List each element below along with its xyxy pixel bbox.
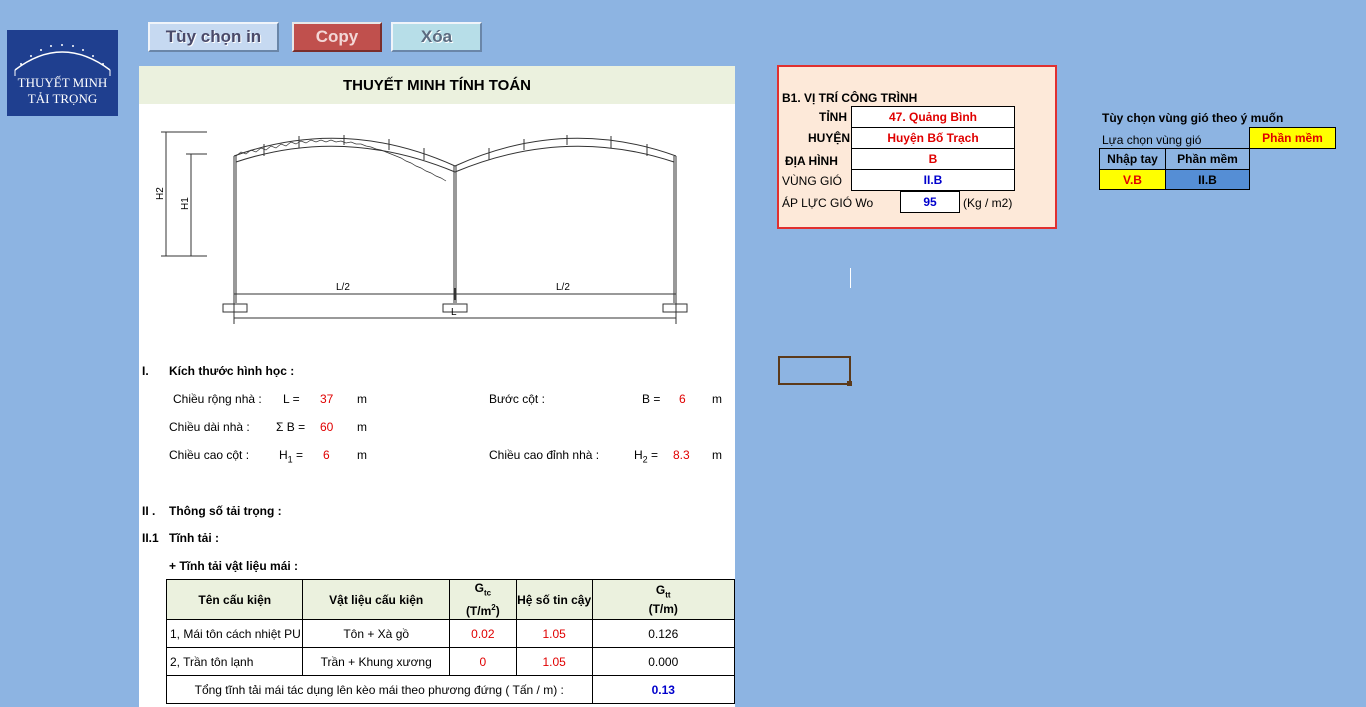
district-label: HUYỆN (808, 131, 851, 145)
col-header-factor: Hệ số tin cậy (515, 579, 593, 620)
length-unit: m (357, 420, 367, 434)
section1-heading: Kích thước hình học : (169, 364, 295, 378)
wind-option-title: Tùy chọn vùng gió theo ý muốn (1102, 111, 1284, 125)
bay-symbol: B = (642, 392, 661, 406)
column-height-label: Chiều cao cột : (169, 448, 250, 462)
wind-pressure-unit: (Kg / m2) (963, 196, 1013, 210)
col-header-name: Tên cấu kiện (165, 579, 304, 620)
row-factor[interactable]: 1.05 (515, 619, 593, 648)
dim-span-label: L (451, 307, 457, 318)
wind-zone-field: II.B (851, 169, 1015, 191)
bay-value[interactable]: 6 (679, 392, 686, 406)
width-value[interactable]: 37 (320, 392, 333, 406)
manual-label: Nhập tay (1099, 148, 1166, 170)
dim-half-span-left: L/2 (336, 282, 350, 293)
row-gtt: 0.000 (591, 647, 736, 676)
district-field[interactable]: Huyện Bố Trạch (851, 127, 1015, 149)
section2-number: II . (142, 504, 156, 518)
row-material: Tôn + Xà gồ (302, 619, 450, 648)
portal-frame-diagram: H2 H1 L/2 L/2 L (155, 131, 688, 324)
section2-1-number: II.1 (142, 531, 159, 545)
section1-number: I. (142, 364, 149, 378)
width-label: Chiều rộng nhà : (173, 392, 262, 406)
print-options-button[interactable]: Tùy chọn in (148, 22, 279, 52)
roof-height-symbol: H2 = (634, 448, 659, 465)
fill-handle[interactable] (847, 381, 852, 386)
roof-height-unit: m (712, 448, 722, 462)
roof-dead-load-heading: + Tĩnh tải vật liệu mái : (169, 559, 299, 573)
width-unit: m (357, 392, 367, 406)
row-name: 1, Mái tôn cách nhiệt PU (165, 619, 304, 648)
section2-heading: Thông số tải trọng : (169, 504, 282, 518)
table-row: 1, Mái tôn cách nhiệt PU Tôn + Xà gồ 0.0… (165, 619, 736, 648)
software-zone-value: II.B (1165, 169, 1250, 190)
table-row: 2, Trần tôn lạnh Trần + Khung xương 0 1.… (165, 647, 736, 676)
col-header-material: Vật liệu cấu kiện (302, 579, 450, 620)
section2-1-heading: Tĩnh tải : (169, 531, 219, 545)
clear-button[interactable]: Xóa (391, 22, 482, 52)
site-location-panel: B1. VỊ TRÍ CÔNG TRÌNH TỈNH 47. Quảng Bìn… (777, 65, 1057, 229)
software-label: Phần mềm (1165, 148, 1250, 170)
province-label: TỈNH (819, 110, 847, 124)
selected-cell[interactable] (778, 356, 851, 385)
text-cursor (850, 268, 851, 288)
terrain-label: ĐỊA HÌNH (785, 154, 838, 168)
wind-pressure-value: 95 (900, 191, 960, 213)
logo-line1: THUYẾT MINH (17, 75, 108, 90)
bay-unit: m (712, 392, 722, 406)
row-factor[interactable]: 1.05 (515, 647, 593, 676)
report-title: THUYẾT MINH TÍNH TOÁN (139, 66, 735, 104)
row-gtt: 0.126 (591, 619, 736, 648)
wind-choose-label: Lựa chọn vùng gió (1102, 133, 1202, 147)
length-label: Chiều dài nhà : (169, 420, 250, 434)
col-header-gtt: Gtt (T/m) (591, 579, 736, 620)
column-height-symbol: H1 = (279, 448, 304, 465)
row-gtc[interactable]: 0.02 (448, 619, 517, 648)
row-material: Trần + Khung xương (302, 647, 450, 676)
wind-choose-select[interactable]: Phần mềm (1249, 127, 1336, 149)
col-header-gtc: Gtc (T/m2) (448, 579, 517, 620)
terrain-field[interactable]: B (851, 148, 1015, 170)
wind-zone-label: VÙNG GIÓ (782, 174, 843, 188)
roof-height-label: Chiều cao đỉnh nhà : (489, 448, 600, 462)
manual-zone-input[interactable]: V.B (1099, 169, 1166, 190)
column-height-value[interactable]: 6 (323, 448, 330, 462)
row-gtc[interactable]: 0 (448, 647, 517, 676)
total-label: Tổng tĩnh tải mái tác dụng lên kèo mái t… (166, 675, 593, 704)
copy-button[interactable]: Copy (292, 22, 382, 52)
total-value: 0.13 (591, 675, 736, 704)
app-logo: THUYẾT MINH TẢI TRỌNG (7, 30, 118, 116)
row-name: 2, Trần tôn lạnh (165, 647, 304, 676)
width-symbol: L = (283, 392, 300, 406)
report-panel: THUYẾT MINH TÍNH TOÁN H2 H1 L/2 L/2 L I.… (139, 66, 736, 707)
dim-half-span-right: L/2 (556, 282, 570, 293)
roof-height-value[interactable]: 8.3 (673, 448, 690, 462)
wind-pressure-label: ÁP LỰC GIÓ Wo (782, 196, 874, 210)
length-symbol: Σ B = (276, 420, 306, 434)
length-value[interactable]: 60 (320, 420, 333, 434)
dim-h2-label: H2 (155, 187, 166, 200)
province-field[interactable]: 47. Quảng Bình (851, 106, 1015, 128)
column-height-unit: m (357, 448, 367, 462)
dim-h1-label: H1 (180, 197, 191, 210)
dead-load-table: Tên cấu kiện Vật liệu cấu kiện Gtc (T/m2… (165, 579, 736, 704)
logo-line2: TẢI TRỌNG (27, 91, 98, 106)
bay-label: Bước cột : (489, 392, 545, 406)
site-heading: B1. VỊ TRÍ CÔNG TRÌNH (782, 91, 918, 105)
